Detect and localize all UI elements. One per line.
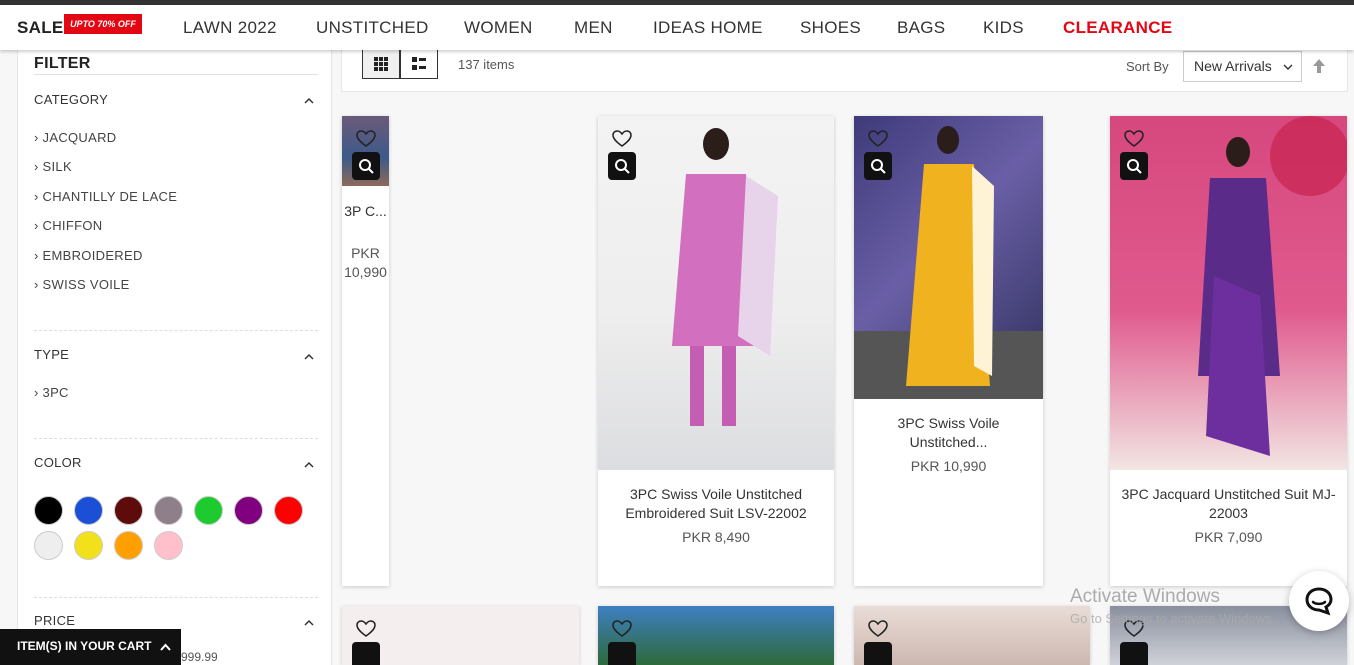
- sort-direction-icon[interactable]: [1312, 58, 1326, 74]
- color-header[interactable]: COLOR: [34, 455, 82, 470]
- color-swatch[interactable]: [114, 531, 143, 560]
- product-price: PKR 10,990: [910, 458, 987, 474]
- nav-item-bags[interactable]: BAGS: [897, 18, 945, 38]
- windows-watermark-title: Activate Windows: [1070, 586, 1220, 607]
- nav-item-men[interactable]: MEN: [574, 18, 613, 38]
- category-item[interactable]: › CHIFFON: [34, 218, 102, 233]
- chevron-down-icon: [1283, 64, 1293, 70]
- zoom-icon[interactable]: [608, 642, 636, 665]
- category-label: CHANTILLY DE LACE: [42, 189, 178, 204]
- color-swatch[interactable]: [154, 496, 183, 525]
- list-view-button[interactable]: [400, 48, 438, 79]
- chat-icon: [1305, 587, 1333, 616]
- grid-icon: [374, 56, 388, 71]
- product-card[interactable]: 3PC Swiss Voile Unstitched Embroidered S…: [598, 116, 834, 586]
- price-range-value: 999.99: [181, 650, 218, 664]
- grid-view-button[interactable]: [362, 48, 400, 79]
- heart-icon[interactable]: [1124, 130, 1144, 148]
- product-price: PKR 10,990: [344, 245, 387, 280]
- category-label: CHIFFON: [42, 218, 103, 233]
- cart-label: ITEM(S) IN YOUR CART: [17, 639, 152, 653]
- zoom-icon[interactable]: [1120, 152, 1148, 180]
- color-swatch[interactable]: [194, 496, 223, 525]
- chevron-up-icon[interactable]: [304, 618, 314, 628]
- divider: [34, 74, 318, 75]
- zoom-icon[interactable]: [864, 152, 892, 180]
- type-item[interactable]: › 3PC: [34, 385, 69, 400]
- color-swatch[interactable]: [74, 496, 103, 525]
- type-label: 3PC: [42, 385, 69, 400]
- nav-item-shoes[interactable]: SHOES: [800, 18, 861, 38]
- zoom-icon[interactable]: [608, 152, 636, 180]
- nav-item-clearance[interactable]: CLEARANCE: [1063, 18, 1172, 38]
- windows-watermark-subtitle: Go to Settings to activate Windows.: [1070, 611, 1276, 626]
- color-swatch[interactable]: [234, 496, 263, 525]
- main-nav: SALE UPTO 70% OFF LAWN 2022 UNSTITCHED W…: [0, 5, 1354, 50]
- color-swatch[interactable]: [154, 531, 183, 560]
- filter-sidebar: FILTER CATEGORY › JACQUARD › SILK › CHAN…: [17, 50, 332, 665]
- category-item[interactable]: › CHANTILLY DE LACE: [34, 189, 177, 204]
- color-swatch[interactable]: [74, 531, 103, 560]
- divider: [34, 330, 318, 331]
- product-card[interactable]: 3PC Jacquard Unstitched Suit MJ-22003 PK…: [1110, 116, 1347, 586]
- product-card[interactable]: 3P C... PKR 10,990: [342, 116, 389, 586]
- heart-icon[interactable]: [868, 620, 888, 638]
- category-item[interactable]: › JACQUARD: [34, 130, 116, 145]
- product-price: PKR 7,090: [1194, 529, 1263, 545]
- category-label: SWISS VOILE: [42, 277, 130, 292]
- sale-badge[interactable]: UPTO 70% OFF: [64, 14, 142, 34]
- zoom-icon[interactable]: [1120, 642, 1148, 665]
- chat-button[interactable]: [1289, 571, 1349, 631]
- list-icon: [412, 56, 426, 70]
- product-price: PKR 8,490: [682, 529, 750, 545]
- category-label: EMBROIDERED: [42, 248, 143, 263]
- heart-icon[interactable]: [868, 130, 888, 148]
- zoom-icon[interactable]: [352, 152, 380, 180]
- product-name[interactable]: 3PC Swiss Voile Unstitched...: [854, 414, 1043, 452]
- category-item[interactable]: › EMBROIDERED: [34, 248, 143, 263]
- heart-icon[interactable]: [356, 620, 376, 638]
- color-swatch[interactable]: [34, 531, 63, 560]
- color-swatch[interactable]: [34, 496, 63, 525]
- category-item[interactable]: › SWISS VOILE: [34, 277, 130, 292]
- product-card[interactable]: 3PC Swiss Voile Unstitched... PKR 10,990: [854, 116, 1043, 586]
- product-card[interactable]: [342, 606, 579, 665]
- type-header[interactable]: TYPE: [34, 347, 69, 362]
- nav-item-lawn[interactable]: LAWN 2022: [183, 18, 277, 38]
- divider: [34, 438, 318, 439]
- nav-item-ideas-home[interactable]: IDEAS HOME: [653, 18, 763, 38]
- product-name[interactable]: 3PC Jacquard Unstitched Suit MJ-22003: [1110, 485, 1347, 523]
- divider: [34, 597, 318, 598]
- sort-value: New Arrivals: [1194, 58, 1272, 74]
- nav-item-women[interactable]: WOMEN: [464, 18, 533, 38]
- chevron-up-icon: [160, 643, 171, 651]
- cart-bar[interactable]: ITEM(S) IN YOUR CART: [0, 629, 181, 665]
- zoom-icon[interactable]: [352, 642, 380, 665]
- product-name[interactable]: 3PC Swiss Voile Unstitched Embroidered S…: [598, 485, 834, 523]
- color-swatch[interactable]: [114, 496, 143, 525]
- filter-title: FILTER: [34, 55, 91, 72]
- heart-icon[interactable]: [612, 130, 632, 148]
- heart-icon[interactable]: [612, 620, 632, 638]
- zoom-icon[interactable]: [864, 642, 892, 665]
- price-header[interactable]: PRICE: [34, 613, 75, 628]
- product-name[interactable]: 3P C...: [342, 202, 389, 221]
- chevron-up-icon[interactable]: [304, 352, 314, 362]
- category-header[interactable]: CATEGORY: [34, 92, 108, 107]
- item-count: 137 items: [458, 57, 515, 72]
- heart-icon[interactable]: [356, 130, 376, 148]
- sort-by-label: Sort By: [1126, 59, 1169, 74]
- chevron-up-icon[interactable]: [304, 460, 314, 470]
- chevron-up-icon[interactable]: [304, 96, 314, 106]
- product-card[interactable]: [854, 606, 1090, 665]
- color-swatch[interactable]: [274, 496, 303, 525]
- nav-sale[interactable]: SALE: [17, 18, 64, 38]
- product-card[interactable]: [598, 606, 834, 665]
- category-label: SILK: [42, 159, 72, 174]
- category-label: JACQUARD: [42, 130, 117, 145]
- category-item[interactable]: › SILK: [34, 159, 72, 174]
- sort-select[interactable]: New Arrivals: [1183, 51, 1302, 82]
- nav-item-unstitched[interactable]: UNSTITCHED: [316, 18, 429, 38]
- nav-item-kids[interactable]: KIDS: [983, 18, 1024, 38]
